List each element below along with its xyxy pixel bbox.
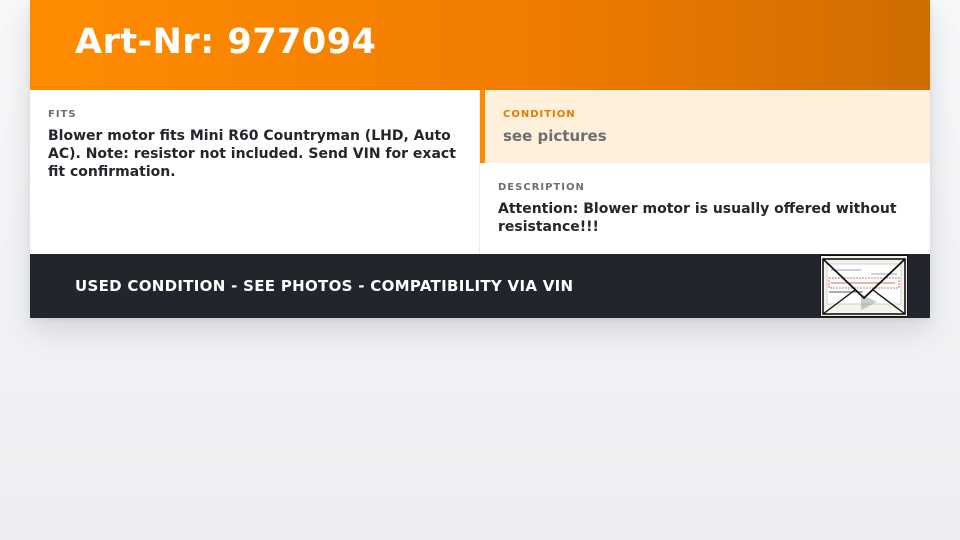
fits-text: Blower motor fits Mini R60 Countryman (L… (48, 128, 456, 180)
envelope-photo-icon (821, 256, 907, 316)
page-title: Art-Nr: 977094 (75, 22, 377, 62)
condition-label: CONDITION (503, 109, 576, 120)
banner-text: USED CONDITION - SEE PHOTOS - COMPATIBIL… (75, 277, 574, 295)
description-text: Attention: Blower motor is usually offer… (498, 201, 897, 235)
condition-text: see pictures (503, 127, 607, 145)
description-label: DESCRIPTION (498, 182, 585, 193)
condition-section: CONDITION see pictures (480, 90, 930, 163)
description-section: DESCRIPTION Attention: Blower motor is u… (480, 163, 930, 254)
fits-label: FITS (48, 109, 77, 120)
footer-banner: USED CONDITION - SEE PHOTOS - COMPATIBIL… (30, 254, 930, 318)
fits-section: FITS Blower motor fits Mini R60 Countrym… (30, 90, 480, 254)
header-bar: Art-Nr: 977094 (30, 0, 930, 90)
product-thumbnail[interactable] (820, 255, 908, 317)
listing-card: Art-Nr: 977094 FITS Blower motor fits Mi… (30, 0, 930, 318)
